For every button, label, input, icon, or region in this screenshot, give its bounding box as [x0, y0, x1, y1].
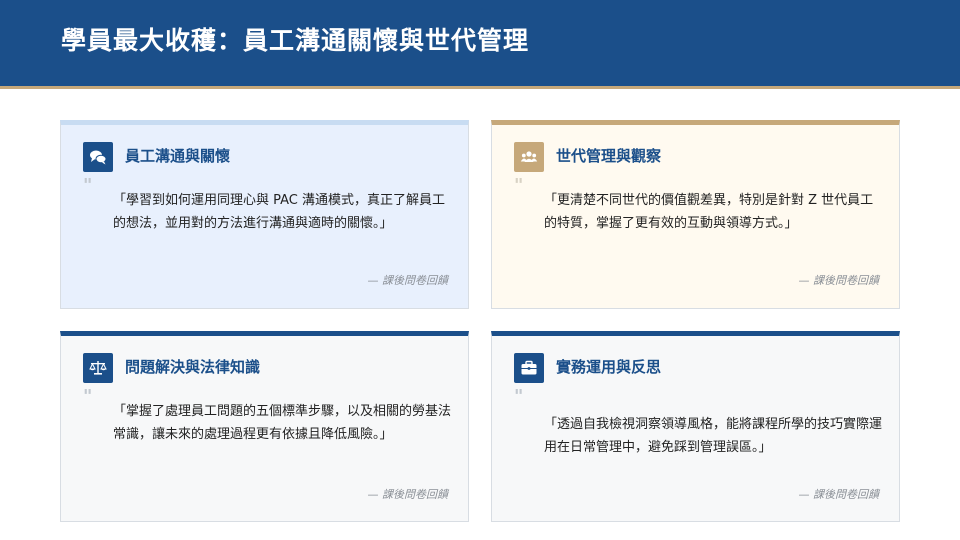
card-quote: 「透過自我檢視洞察領導風格，能將課程所學的技巧實際運用在日常管理中，避免踩到管理… [544, 417, 883, 455]
briefcase-icon [514, 353, 544, 383]
quote-mark-icon: " [83, 175, 93, 196]
card-source: — 課後問卷回饋 [367, 274, 449, 287]
users-group-icon [514, 142, 544, 172]
scale-balance-icon [83, 353, 113, 383]
card-source: — 課後問卷回饋 [798, 488, 880, 501]
card-legal: 問題解決與法律知識 " 「掌握了處理員工問題的五個標準步驟，以及相關的勞基法常識… [60, 331, 469, 522]
chat-bubbles-icon [83, 142, 113, 172]
card-generation: 世代管理與觀察 " 「更清楚不同世代的價值觀差異，特別是針對 Z 世代員工的特質… [491, 120, 900, 309]
quote-mark-icon: " [83, 386, 93, 407]
page-header: 學員最大收穫：員工溝通關懷與世代管理 [0, 0, 960, 89]
page-title: 學員最大收穫：員工溝通關懷與世代管理 [61, 26, 530, 55]
card-title: 問題解決與法律知識 [125, 358, 261, 376]
card-title: 實務運用與反思 [556, 358, 662, 376]
card-quote: 「學習到如何運用同理心與 PAC 溝通模式，真正了解員工的想法，並用對的方法進行… [113, 193, 446, 231]
card-title: 世代管理與觀察 [556, 147, 662, 165]
card-practice: 實務運用與反思 " 「透過自我檢視洞察領導風格，能將課程所學的技巧實際運用在日常… [491, 331, 900, 522]
card-quote: 「更清楚不同世代的價值觀差異，特別是針對 Z 世代員工的特質，掌握了更有效的互動… [544, 193, 874, 231]
card-title: 員工溝通與關懷 [125, 147, 231, 165]
card-quote: 「掌握了處理員工問題的五個標準步驟，以及相關的勞基法常識，讓未來的處理過程更有依… [113, 404, 452, 442]
quote-mark-icon: " [514, 175, 524, 196]
card-source: — 課後問卷回饋 [367, 488, 449, 501]
card-communication: 員工溝通與關懷 " 「學習到如何運用同理心與 PAC 溝通模式，真正了解員工的想… [60, 120, 469, 309]
card-source: — 課後問卷回饋 [798, 274, 880, 287]
quote-mark-icon: " [514, 386, 524, 407]
